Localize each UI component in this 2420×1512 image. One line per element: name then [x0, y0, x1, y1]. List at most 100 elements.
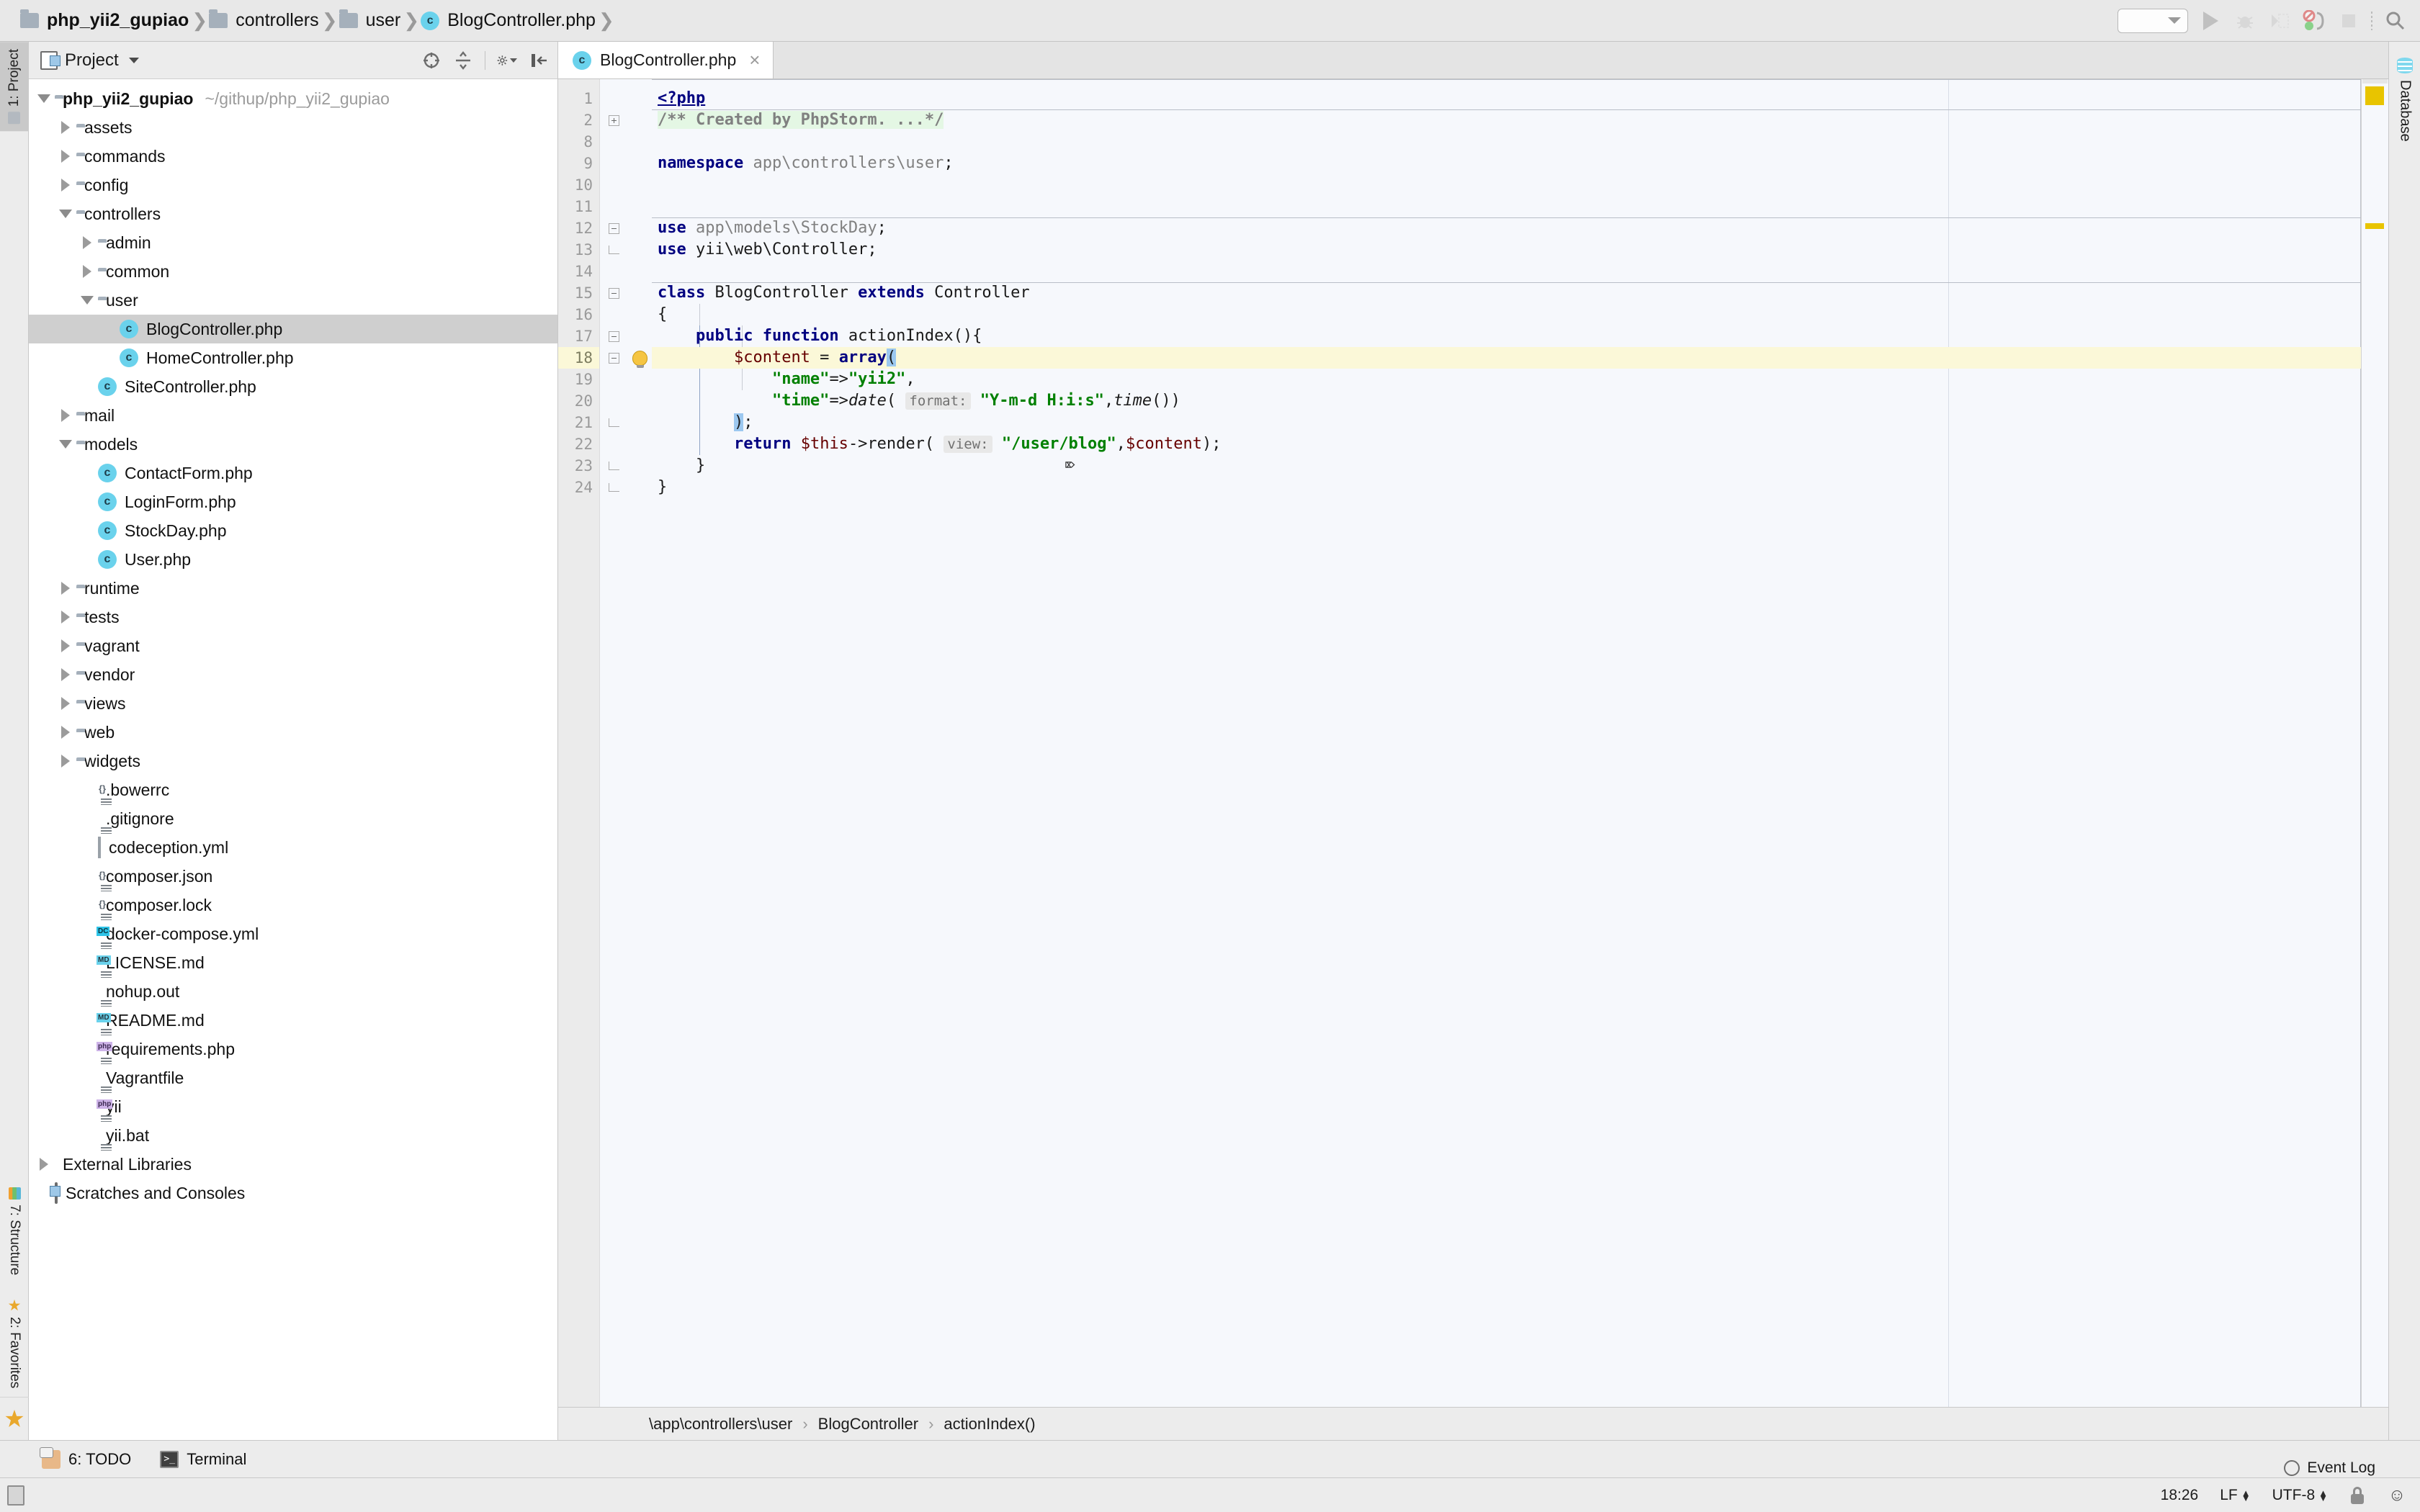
tree-row[interactable]: Scratches and Consoles: [29, 1179, 557, 1207]
tree-row[interactable]: views: [29, 689, 557, 718]
chevron-right-icon[interactable]: [33, 1150, 55, 1179]
chevron-right-icon[interactable]: [55, 142, 76, 171]
breadcrumb-item-user[interactable]: user: [339, 0, 403, 41]
tree-row[interactable]: widgets: [29, 747, 557, 775]
fold-toggle-use[interactable]: [600, 217, 627, 239]
tree-row[interactable]: models: [29, 430, 557, 459]
tree-row[interactable]: vendor: [29, 660, 557, 689]
scrollbar-track[interactable]: [2362, 79, 2388, 84]
tree-row[interactable]: commands: [29, 142, 557, 171]
line-separator-selector[interactable]: LF ▲ ▼: [2220, 1487, 2250, 1504]
inspection-widget-icon[interactable]: ☺: [2387, 1485, 2407, 1505]
line-number[interactable]: 12: [558, 217, 599, 239]
chevron-down-icon[interactable]: [55, 199, 76, 228]
breadcrumb-item-controllers[interactable]: controllers: [209, 0, 320, 41]
tree-row[interactable]: admin: [29, 228, 557, 257]
tree-row[interactable]: c StockDay.php: [29, 516, 557, 545]
fold-end-method[interactable]: [600, 455, 627, 477]
line-number[interactable]: 2: [558, 109, 599, 131]
tree-row[interactable]: yii.bat: [29, 1121, 557, 1150]
sidebar-item-favorites[interactable]: 2: Favorites: [0, 1292, 29, 1395]
line-number[interactable]: 18: [558, 347, 599, 369]
chevron-right-icon[interactable]: [76, 228, 98, 257]
tree-row[interactable]: c User.php: [29, 545, 557, 574]
hide-panel-icon[interactable]: [529, 50, 549, 71]
tree-row[interactable]: common: [29, 257, 557, 286]
tree-row[interactable]: c HomeController.php: [29, 343, 557, 372]
tree-row[interactable]: config: [29, 171, 557, 199]
tree-row[interactable]: {} composer.json: [29, 862, 557, 891]
line-number[interactable]: 19: [558, 369, 599, 390]
tree-row[interactable]: tests: [29, 603, 557, 631]
line-number[interactable]: 15: [558, 282, 599, 304]
run-with-coverage-button[interactable]: [2267, 9, 2292, 33]
tree-row[interactable]: c ContactForm.php: [29, 459, 557, 487]
chevron-right-icon[interactable]: [55, 574, 76, 603]
chevron-down-icon[interactable]: [128, 57, 139, 63]
breadcrumb-class[interactable]: BlogController: [818, 1415, 918, 1434]
close-icon[interactable]: ×: [749, 49, 760, 71]
stop-debugger-button[interactable]: [2302, 9, 2326, 33]
stop-button[interactable]: [2336, 9, 2361, 33]
sidebar-item-database[interactable]: Database: [2389, 50, 2420, 149]
line-number[interactable]: 13: [558, 239, 599, 261]
line-number[interactable]: 9: [558, 153, 599, 174]
tree-row[interactable]: .gitignore: [29, 804, 557, 833]
tree-row[interactable]: c BlogController.php: [29, 315, 557, 343]
tree-row[interactable]: php yii: [29, 1092, 557, 1121]
tree-row[interactable]: mail: [29, 401, 557, 430]
lock-icon[interactable]: [2349, 1486, 2365, 1504]
fold-toggle-class[interactable]: [600, 282, 627, 304]
chevron-right-icon[interactable]: [55, 747, 76, 775]
code-folding-gutter[interactable]: [600, 79, 627, 1407]
chevron-right-icon[interactable]: [76, 257, 98, 286]
tree-row[interactable]: vagrant: [29, 631, 557, 660]
chevron-right-icon[interactable]: [55, 631, 76, 660]
tree-row[interactable]: assets: [29, 113, 557, 142]
fold-end-use[interactable]: [600, 239, 627, 261]
tab-blogcontroller-php[interactable]: c BlogController.php ×: [558, 42, 774, 78]
line-number[interactable]: 17: [558, 325, 599, 347]
line-number[interactable]: 23: [558, 455, 599, 477]
line-number[interactable]: 8: [558, 131, 599, 153]
tree-row[interactable]: MD README.md: [29, 1006, 557, 1035]
collapse-all-icon[interactable]: [453, 50, 473, 71]
event-log-group[interactable]: Event Log: [2284, 1459, 2375, 1477]
line-number[interactable]: 11: [558, 196, 599, 217]
run-button[interactable]: [2198, 9, 2223, 33]
bookmarks-button[interactable]: [0, 1397, 29, 1440]
fold-end-array[interactable]: [600, 412, 627, 433]
chevron-right-icon[interactable]: [55, 171, 76, 199]
tree-row[interactable]: Vagrantfile: [29, 1063, 557, 1092]
warning-marker[interactable]: [2365, 223, 2384, 229]
breadcrumb-namespace[interactable]: \app\controllers\user: [649, 1415, 792, 1434]
chevron-right-icon[interactable]: [55, 718, 76, 747]
tree-row[interactable]: php requirements.php: [29, 1035, 557, 1063]
line-number[interactable]: 20: [558, 390, 599, 412]
tree-row[interactable]: External Libraries: [29, 1150, 557, 1179]
tree-row[interactable]: c LoginForm.php: [29, 487, 557, 516]
project-tree[interactable]: php_yii2_gupiao ~/githup/php_yii2_gupiao a…: [29, 79, 557, 1440]
line-number[interactable]: 10: [558, 174, 599, 196]
chevron-down-icon[interactable]: [33, 84, 55, 113]
tree-row[interactable]: {} .bowerrc: [29, 775, 557, 804]
tree-row[interactable]: runtime: [29, 574, 557, 603]
breadcrumb-item-project[interactable]: php_yii2_gupiao: [20, 0, 190, 41]
fold-toggle-array[interactable]: [600, 347, 627, 369]
chevron-right-icon[interactable]: [55, 113, 76, 142]
chevron-right-icon[interactable]: [55, 660, 76, 689]
tree-row[interactable]: php_yii2_gupiao ~/githup/php_yii2_gupiao: [29, 84, 557, 113]
chevron-right-icon[interactable]: [55, 689, 76, 718]
toggle-tool-windows-icon[interactable]: [7, 1485, 24, 1506]
warning-marker[interactable]: [2365, 86, 2384, 105]
line-number[interactable]: 1: [558, 88, 599, 109]
sidebar-item-structure[interactable]: 7: Structure: [0, 1180, 29, 1282]
line-number[interactable]: 16: [558, 304, 599, 325]
tree-row[interactable]: DC docker-compose.yml: [29, 919, 557, 948]
line-number[interactable]: 21: [558, 412, 599, 433]
tree-row[interactable]: MD LICENSE.md: [29, 948, 557, 977]
editor-marker-bar[interactable]: [2361, 79, 2388, 1407]
intention-bulb-button[interactable]: [627, 347, 652, 369]
fold-toggle-method[interactable]: [600, 325, 627, 347]
code-content[interactable]: <?php /** Created by PhpStorm. ...*/ nam…: [652, 79, 2361, 1407]
